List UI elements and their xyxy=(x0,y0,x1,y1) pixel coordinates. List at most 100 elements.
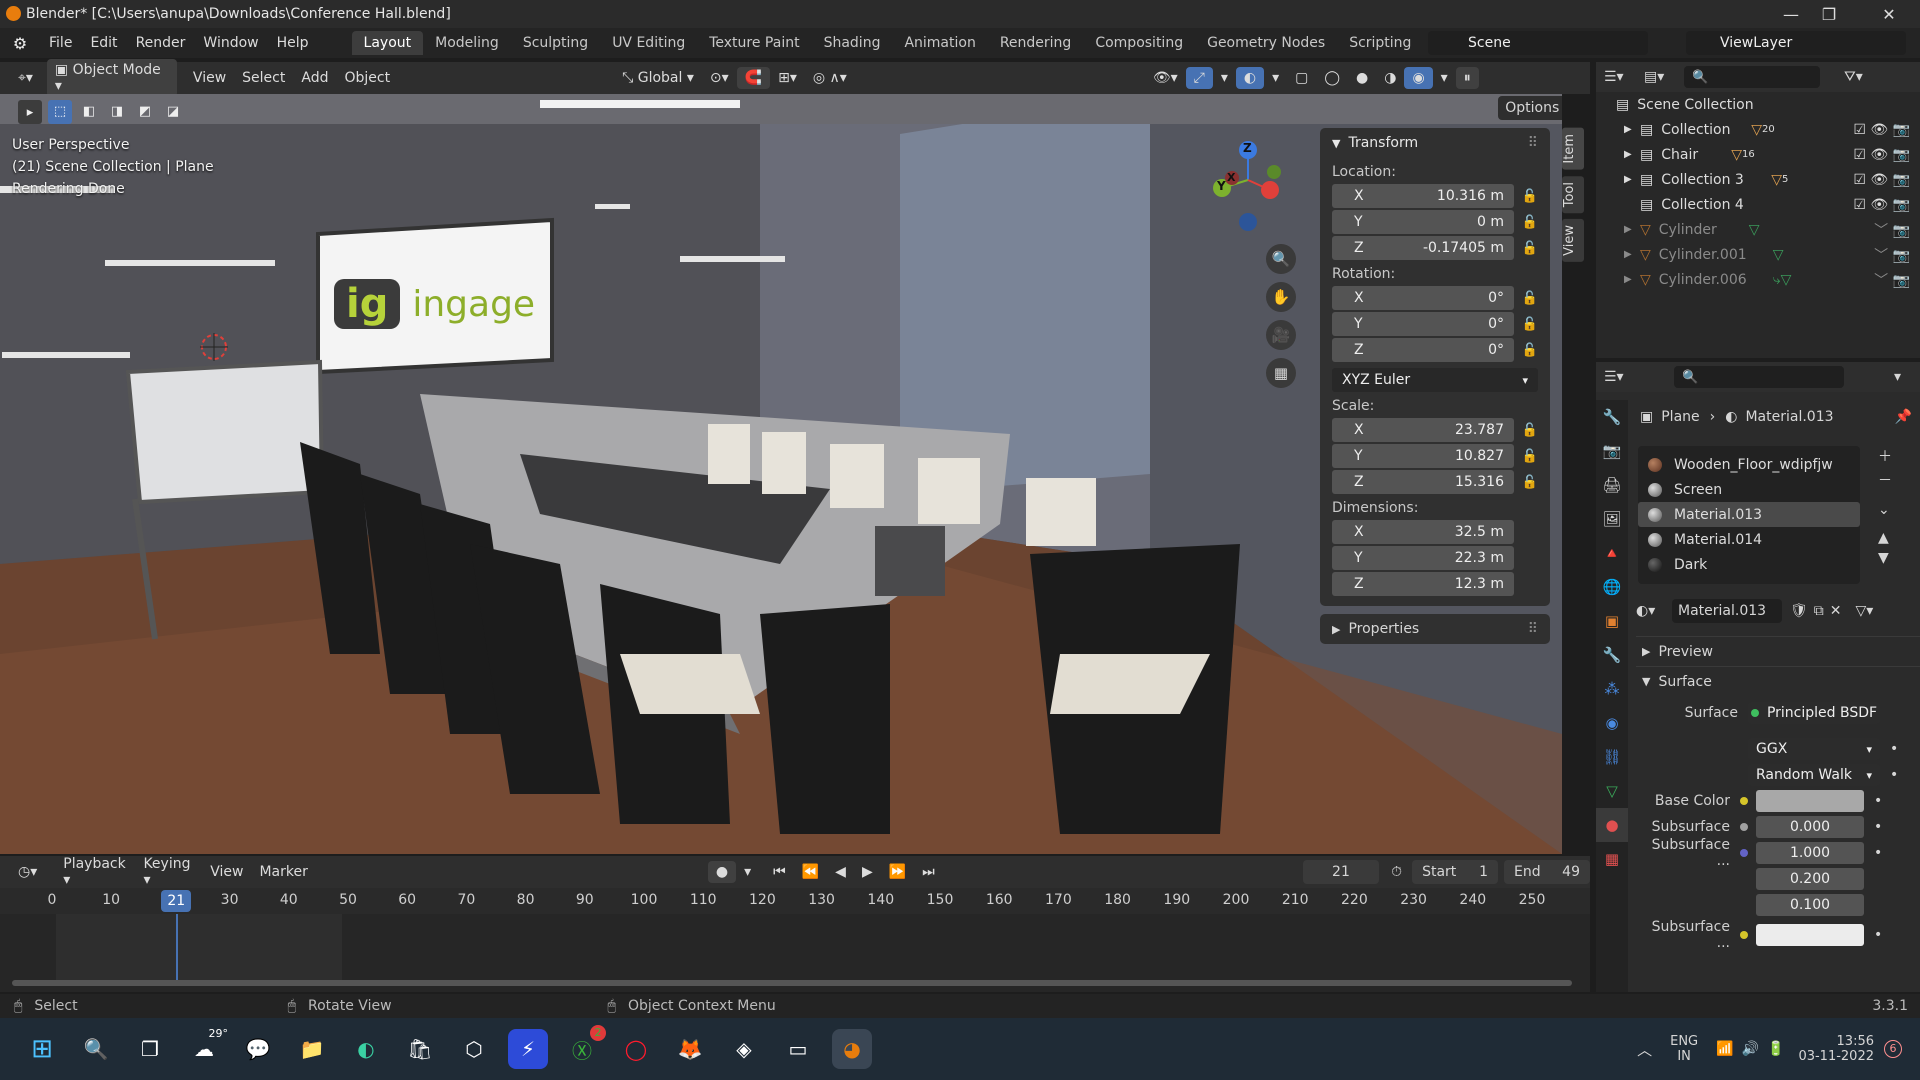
menu-keying[interactable]: Keying ▾ xyxy=(135,853,202,891)
edge-browser-icon[interactable]: ◐ xyxy=(346,1029,386,1069)
current-frame-field[interactable]: 21 xyxy=(1302,860,1380,884)
outliner-row[interactable]: ▤ Collection 4 ☑ 👁 📷 xyxy=(1596,192,1920,217)
move-down-icon[interactable]: ▼ xyxy=(1878,550,1892,566)
menu-marker[interactable]: Marker xyxy=(251,861,315,883)
blender-menu-icon[interactable]: ⚙ xyxy=(0,34,40,53)
location-x-field[interactable]: X 10.316 m xyxy=(1332,184,1514,208)
play-reverse-icon[interactable]: ◀ xyxy=(827,861,854,883)
dimensions-x-field[interactable]: X 32.5 m xyxy=(1332,520,1514,544)
jump-keyframe-back-icon[interactable]: ⏪ xyxy=(794,861,827,883)
move-up-icon[interactable]: ▲ xyxy=(1878,530,1892,546)
material-slot[interactable]: Dark xyxy=(1638,552,1860,577)
pivot-icon[interactable]: ⊙▾ xyxy=(702,67,737,89)
tab-tool[interactable]: Tool xyxy=(1562,175,1584,213)
lock-icon[interactable]: 🔓 xyxy=(1514,189,1538,204)
menu-file[interactable]: File xyxy=(40,35,81,51)
current-frame-marker[interactable]: 21 xyxy=(161,890,192,912)
viewlayer-selector[interactable]: ViewLayer xyxy=(1686,31,1906,55)
editor-type-icon[interactable]: ⌖▾ xyxy=(10,67,41,89)
navigation-gizmo[interactable]: Z Y X xyxy=(1200,136,1300,236)
visibility-toggles[interactable]: ﹀ 📷 xyxy=(1874,245,1910,265)
link-dropdown-icon[interactable]: ▽▾ xyxy=(1856,603,1874,619)
unity-icon[interactable]: ◈ xyxy=(724,1029,764,1069)
preview-panel-header[interactable]: ▶ Preview xyxy=(1636,636,1920,666)
proportional-edit-icon[interactable]: ◎ ∧▾ xyxy=(805,67,855,89)
properties-subpanel-header[interactable]: ▶ Properties ⠿ xyxy=(1320,614,1550,644)
menu-render[interactable]: Render xyxy=(127,35,195,51)
keyframe-dot-icon[interactable]: • xyxy=(1874,819,1882,835)
subsurface-radius-z-field[interactable]: 0.100 xyxy=(1756,894,1864,916)
use-preview-range-icon[interactable]: ⏱ xyxy=(1391,864,1402,880)
jump-keyframe-forward-icon[interactable]: ⏩ xyxy=(881,861,914,883)
visibility-toggles[interactable]: ﹀ 📷 xyxy=(1874,220,1910,240)
slot-specials-icon[interactable]: ⌄ xyxy=(1878,502,1892,518)
scale-z-field[interactable]: Z 15.316 xyxy=(1332,470,1514,494)
menu-object[interactable]: Object xyxy=(336,67,398,89)
properties-editor-icon[interactable]: ☰▾ xyxy=(1604,369,1674,385)
jump-start-icon[interactable]: ⏮ xyxy=(765,861,794,883)
select-invert-icon[interactable]: ◪ xyxy=(162,100,184,124)
weather-icon[interactable]: ☁ 29° xyxy=(184,1027,228,1069)
frame-ruler[interactable]: 0102030405060708090100110120130140150160… xyxy=(0,888,1590,914)
rotation-x-field[interactable]: X 0° xyxy=(1332,286,1514,310)
material-slot-selected[interactable]: Material.013 xyxy=(1638,502,1860,527)
timeline-editor-icon[interactable]: ◷▾ xyxy=(10,861,45,883)
maximize-button[interactable]: ❐ xyxy=(1806,0,1852,28)
material-shading-icon[interactable]: ◑ xyxy=(1376,67,1404,89)
opera-browser-icon[interactable]: ◯ xyxy=(616,1029,656,1069)
lock-icon[interactable]: 🔓 xyxy=(1514,317,1538,332)
subsurface-radius-y-field[interactable]: 0.200 xyxy=(1756,868,1864,890)
scale-y-field[interactable]: Y 10.827 xyxy=(1332,444,1514,468)
particles-tab-icon[interactable]: ⁂ xyxy=(1596,672,1628,706)
auto-keying-icon[interactable]: ● xyxy=(707,861,737,883)
task-view-icon[interactable]: ❐ xyxy=(130,1029,170,1069)
menu-timeline-view[interactable]: View xyxy=(202,861,251,883)
rotation-mode-dropdown[interactable]: XYZ Euler ▾ xyxy=(1332,368,1538,392)
outliner-scene-collection[interactable]: ▤ Scene Collection xyxy=(1596,92,1920,117)
jump-end-icon[interactable]: ⏭ xyxy=(914,861,943,883)
select-subtract-icon[interactable]: ◨ xyxy=(106,100,128,124)
lock-icon[interactable]: 🔓 xyxy=(1514,343,1538,358)
pan-hand-icon[interactable]: ✋ xyxy=(1266,282,1296,312)
menu-add[interactable]: Add xyxy=(293,67,336,89)
keying-set-icon[interactable]: ▾ xyxy=(736,861,759,883)
tab-layout[interactable]: Layout xyxy=(351,31,424,55)
filter-icon[interactable]: ⛛▾ xyxy=(1844,69,1863,85)
tray-chevron-icon[interactable]: ︿ xyxy=(1637,1039,1652,1060)
menu-help[interactable]: Help xyxy=(268,35,318,51)
scene-selector[interactable]: Scene xyxy=(1428,31,1648,55)
physics-tab-icon[interactable]: ◉ xyxy=(1596,706,1628,740)
close-button[interactable]: ✕ xyxy=(1866,0,1912,28)
object-tab-icon[interactable]: ▣ xyxy=(1596,604,1628,638)
menu-edit[interactable]: Edit xyxy=(81,35,126,51)
tab-geometry-nodes[interactable]: Geometry Nodes xyxy=(1195,31,1337,55)
tab-item[interactable]: Item xyxy=(1562,128,1584,170)
view-layer-tab-icon[interactable]: 🖼 xyxy=(1596,502,1628,536)
app-blue-icon[interactable]: ⚡ xyxy=(508,1029,548,1069)
tool-tab-icon[interactable]: 🔧 xyxy=(1596,400,1628,434)
subsurface-method-dropdown[interactable]: Random Walk ▾ xyxy=(1748,764,1880,786)
render-tab-icon[interactable]: 📷 xyxy=(1596,434,1628,468)
menu-select[interactable]: Select xyxy=(234,67,293,89)
overlay-toggle-icon[interactable]: ◐ xyxy=(1235,67,1265,89)
outliner-row[interactable]: ▶ ▽ Cylinder.001 ▽ ﹀ 📷 xyxy=(1596,242,1920,267)
outliner-row[interactable]: ▶ ▤ Chair ▽ 16 ☑ 👁 📷 xyxy=(1596,142,1920,167)
timeline-scrollbar[interactable] xyxy=(12,980,1572,986)
world-tab-icon[interactable]: 🌐 xyxy=(1596,570,1628,604)
visibility-toggles[interactable]: ☑ 👁 📷 xyxy=(1853,122,1910,138)
app-cube-icon[interactable]: ⬡ xyxy=(454,1029,494,1069)
output-tab-icon[interactable]: 🖨 xyxy=(1596,468,1628,502)
display-mode-icon[interactable]: ▤▾ xyxy=(1644,69,1684,85)
zoom-icon[interactable]: 🔍 xyxy=(1266,244,1296,274)
orientation-dropdown[interactable]: ⤡ Global ▾ xyxy=(614,67,702,89)
dimensions-z-field[interactable]: Z 12.3 m xyxy=(1332,572,1514,596)
wireframe-shading-icon[interactable]: ◯ xyxy=(1316,67,1348,89)
rotation-z-field[interactable]: Z 0° xyxy=(1332,338,1514,362)
location-y-field[interactable]: Y0 m xyxy=(1332,210,1514,234)
visibility-toggles[interactable]: ☑ 👁 📷 xyxy=(1853,147,1910,163)
tab-texture-paint[interactable]: Texture Paint xyxy=(697,31,811,55)
scene-tab-icon[interactable]: 🔺 xyxy=(1596,536,1628,570)
properties-search-input[interactable]: 🔍 xyxy=(1674,366,1844,388)
duplicate-material-icon[interactable]: ⧉ xyxy=(1814,603,1824,619)
visibility-toggles[interactable]: ☑ 👁 📷 xyxy=(1853,172,1910,188)
